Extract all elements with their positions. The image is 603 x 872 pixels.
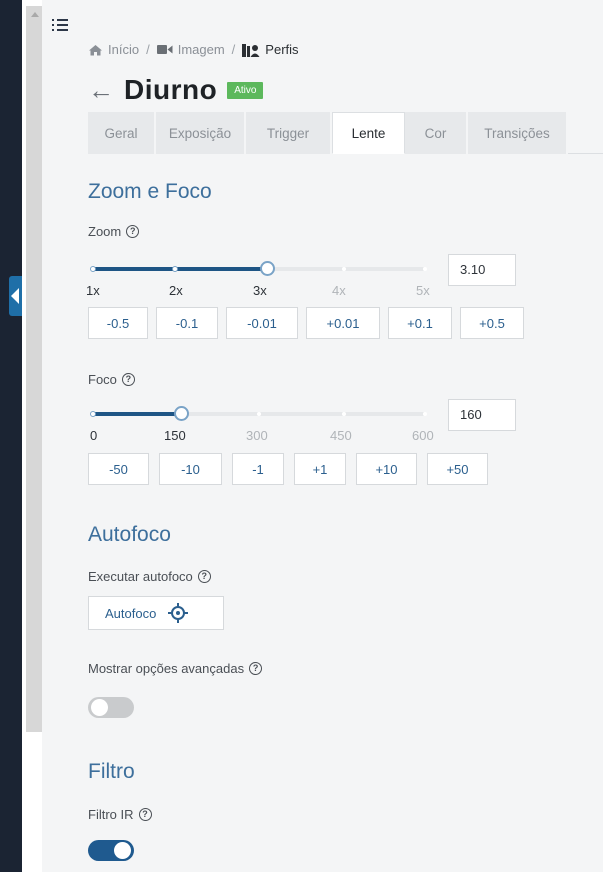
zoom-label-text: Zoom bbox=[88, 224, 122, 239]
app-window: Início / Imagem / Perfis ← Diurno Ativo … bbox=[0, 0, 603, 872]
focus-slider-fill bbox=[92, 412, 181, 416]
focus-step-dot bbox=[423, 412, 427, 416]
help-icon[interactable]: ? bbox=[197, 570, 211, 583]
tab-cor[interactable]: Cor bbox=[405, 112, 468, 154]
main-sidebar bbox=[0, 0, 22, 872]
tab-exposicao[interactable]: Exposição bbox=[156, 112, 246, 154]
focus-tick: 450 bbox=[330, 428, 352, 443]
focus-step-buttons: -50 -10 -1 +1 +10 +50 bbox=[88, 453, 488, 485]
focus-step-dot bbox=[90, 411, 96, 417]
focus-minus-50-button[interactable]: -50 bbox=[88, 453, 149, 485]
zoom-slider[interactable] bbox=[90, 261, 427, 276]
focus-tick: 150 bbox=[164, 428, 186, 443]
zoom-minus-0.1-button[interactable]: -0.1 bbox=[156, 307, 218, 339]
focus-minus-1-button[interactable]: -1 bbox=[232, 453, 284, 485]
breadcrumb: Início / Imagem / Perfis bbox=[88, 42, 299, 57]
focus-tick: 300 bbox=[246, 428, 268, 443]
home-icon bbox=[89, 44, 102, 55]
advanced-options-toggle[interactable] bbox=[88, 697, 134, 718]
zoom-step-dot bbox=[90, 266, 96, 272]
zoom-plus-0.01-button[interactable]: +0.01 bbox=[306, 307, 380, 339]
run-autofocus-label: Executar autofoco ? bbox=[88, 569, 211, 584]
tab-lente[interactable]: Lente bbox=[332, 112, 405, 154]
focus-slider[interactable] bbox=[90, 406, 427, 421]
zoom-minus-0.5-button[interactable]: -0.5 bbox=[88, 307, 148, 339]
section-title-zoom-focus: Zoom e Foco bbox=[88, 180, 212, 203]
zoom-plus-0.5-button[interactable]: +0.5 bbox=[460, 307, 524, 339]
panel-scrollbar[interactable] bbox=[26, 6, 42, 732]
focus-plus-10-button[interactable]: +10 bbox=[356, 453, 417, 485]
page-header: ← Diurno Ativo bbox=[88, 74, 264, 106]
status-badge: Ativo bbox=[227, 81, 264, 99]
breadcrumb-image[interactable]: Imagem bbox=[156, 42, 225, 57]
breadcrumb-image-label: Imagem bbox=[177, 42, 225, 57]
tab-geral[interactable]: Geral bbox=[88, 112, 156, 154]
help-icon[interactable]: ? bbox=[126, 225, 140, 238]
focus-step-dot bbox=[342, 412, 346, 416]
zoom-minus-0.01-button[interactable]: -0.01 bbox=[226, 307, 298, 339]
focus-minus-10-button[interactable]: -10 bbox=[159, 453, 222, 485]
zoom-label: Zoom ? bbox=[88, 224, 140, 239]
tab-transicoes[interactable]: Transições bbox=[468, 112, 568, 154]
zoom-slider-handle[interactable] bbox=[260, 261, 275, 276]
section-title-filter: Filtro bbox=[88, 760, 135, 783]
profiles-icon bbox=[242, 43, 260, 57]
focus-label-text: Foco bbox=[88, 372, 117, 387]
zoom-tick: 5x bbox=[416, 283, 430, 298]
toggle-thumb bbox=[91, 699, 108, 716]
scroll-up-icon[interactable] bbox=[31, 12, 39, 17]
page-title: Diurno bbox=[124, 74, 218, 105]
zoom-step-buttons: -0.5 -0.1 -0.01 +0.01 +0.1 +0.5 bbox=[88, 307, 524, 339]
focus-step-dot bbox=[257, 412, 261, 416]
breadcrumb-profiles-label: Perfis bbox=[265, 42, 299, 57]
zoom-step-dot bbox=[423, 267, 427, 271]
advanced-options-label-text: Mostrar opções avançadas bbox=[88, 661, 245, 676]
zoom-slider-fill bbox=[92, 267, 267, 271]
video-camera-icon bbox=[156, 45, 173, 54]
sidebar-collapse-button[interactable] bbox=[9, 276, 22, 316]
autofocus-button[interactable]: Autofoco bbox=[88, 596, 224, 630]
toggle-thumb bbox=[114, 842, 131, 859]
tab-trigger[interactable]: Trigger bbox=[246, 112, 332, 154]
zoom-tick: 3x bbox=[253, 283, 267, 298]
back-arrow-icon[interactable]: ← bbox=[88, 77, 114, 103]
run-autofocus-label-text: Executar autofoco bbox=[88, 569, 193, 584]
breadcrumb-home-label: Início bbox=[108, 42, 140, 57]
ir-filter-label-text: Filtro IR bbox=[88, 807, 134, 822]
ir-filter-toggle[interactable] bbox=[88, 840, 134, 861]
breadcrumb-separator: / bbox=[231, 42, 236, 57]
breadcrumb-separator: / bbox=[146, 42, 150, 57]
focus-slider-handle[interactable] bbox=[174, 406, 189, 421]
focus-tick: 0 bbox=[90, 428, 98, 443]
tab-bar: Geral Exposição Trigger Lente Cor Transi… bbox=[88, 112, 603, 154]
help-icon[interactable]: ? bbox=[138, 808, 152, 821]
zoom-step-dot bbox=[172, 266, 178, 272]
breadcrumb-home[interactable]: Início bbox=[88, 42, 139, 57]
focus-value-input[interactable]: 160 bbox=[448, 399, 516, 431]
zoom-tick: 2x bbox=[169, 283, 183, 298]
focus-tick: 600 bbox=[412, 428, 434, 443]
focus-plus-50-button[interactable]: +50 bbox=[427, 453, 488, 485]
autofocus-button-label: Autofoco bbox=[105, 605, 157, 621]
zoom-tick: 4x bbox=[332, 283, 346, 298]
zoom-plus-0.1-button[interactable]: +0.1 bbox=[388, 307, 452, 339]
section-title-autofocus: Autofoco bbox=[88, 523, 171, 546]
ir-filter-label: Filtro IR ? bbox=[88, 807, 152, 822]
help-icon[interactable]: ? bbox=[121, 373, 135, 386]
zoom-step-dot bbox=[342, 267, 346, 271]
zoom-tick: 1x bbox=[86, 283, 100, 298]
zoom-value-input[interactable]: 3.10 bbox=[448, 254, 516, 286]
advanced-options-label: Mostrar opções avançadas ? bbox=[88, 661, 263, 676]
crosshair-icon bbox=[168, 603, 189, 623]
focus-label: Foco ? bbox=[88, 372, 135, 387]
focus-plus-1-button[interactable]: +1 bbox=[294, 453, 346, 485]
help-icon[interactable]: ? bbox=[249, 662, 263, 675]
breadcrumb-profiles[interactable]: Perfis bbox=[242, 42, 299, 57]
